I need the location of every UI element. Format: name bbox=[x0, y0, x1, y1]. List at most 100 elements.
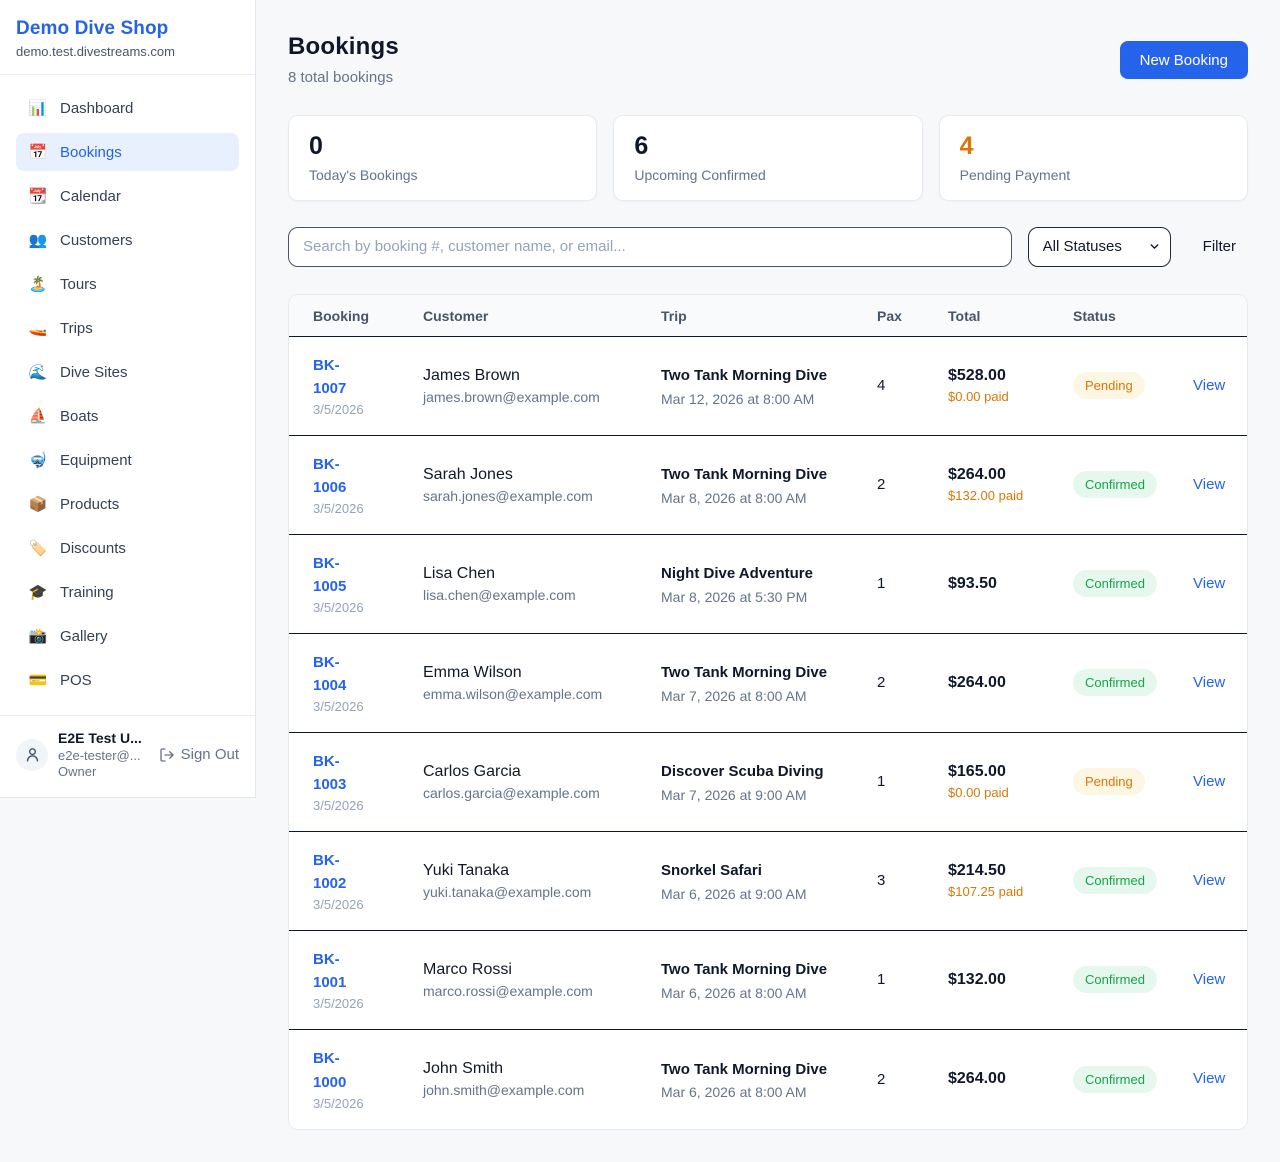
booking-id-link[interactable]: BK-1006 bbox=[313, 453, 367, 500]
sidebar-item-label: Tours bbox=[60, 276, 97, 293]
total-cell: $132.00 bbox=[948, 971, 1073, 989]
table-row: BK-1003 3/5/2026 Carlos Garcia carlos.ga… bbox=[289, 733, 1247, 832]
customer-cell: Marco Rossi marco.rossi@example.com bbox=[423, 961, 661, 999]
customer-cell: James Brown james.brown@example.com bbox=[423, 367, 661, 405]
table-row: BK-1000 3/5/2026 John Smith john.smith@e… bbox=[289, 1030, 1247, 1129]
customer-cell: John Smith john.smith@example.com bbox=[423, 1060, 661, 1098]
sidebar-item-dashboard[interactable]: 📊 Dashboard bbox=[16, 89, 239, 127]
sidebar-item-bookings[interactable]: 📅 Bookings bbox=[16, 133, 239, 171]
view-link[interactable]: View bbox=[1193, 773, 1225, 790]
graduation-cap-icon: 🎓 bbox=[28, 585, 48, 600]
diving-mask-icon: 🤿 bbox=[28, 453, 48, 468]
trip-cell: Snorkel Safari Mar 6, 2026 at 9:00 AM bbox=[661, 859, 877, 901]
customer-name: Carlos Garcia bbox=[423, 763, 651, 781]
trip-cell: Two Tank Morning Dive Mar 6, 2026 at 8:0… bbox=[661, 958, 877, 1000]
sidebar-item-trips[interactable]: 🚤 Trips bbox=[16, 309, 239, 347]
new-booking-button[interactable]: New Booking bbox=[1120, 41, 1248, 79]
stat-card: 6 Upcoming Confirmed bbox=[613, 115, 922, 201]
status-cell: Confirmed bbox=[1073, 570, 1193, 597]
trip-cell: Two Tank Morning Dive Mar 7, 2026 at 8:0… bbox=[661, 661, 877, 703]
trip-date: Mar 6, 2026 at 8:00 AM bbox=[661, 985, 867, 1001]
customer-email: yuki.tanaka@example.com bbox=[423, 884, 651, 900]
search-input[interactable] bbox=[288, 227, 1012, 267]
view-link[interactable]: View bbox=[1193, 971, 1225, 988]
booking-id-link[interactable]: BK-1002 bbox=[313, 849, 367, 896]
package-icon: 📦 bbox=[28, 497, 48, 512]
view-link[interactable]: View bbox=[1193, 674, 1225, 691]
table-row: BK-1004 3/5/2026 Emma Wilson emma.wilson… bbox=[289, 634, 1247, 733]
booking-date: 3/5/2026 bbox=[313, 996, 413, 1011]
column-header-trip: Trip bbox=[661, 308, 877, 324]
brand-name[interactable]: Demo Dive Shop bbox=[16, 18, 239, 40]
booking-cell: BK-1001 3/5/2026 bbox=[313, 948, 423, 1012]
customer-cell: Sarah Jones sarah.jones@example.com bbox=[423, 466, 661, 504]
trip-name: Two Tank Morning Dive bbox=[661, 364, 831, 387]
booking-id-link[interactable]: BK-1007 bbox=[313, 354, 367, 401]
total-amount: $132.00 bbox=[948, 971, 1063, 989]
pax-value: 1 bbox=[877, 971, 948, 988]
booking-date: 3/5/2026 bbox=[313, 501, 413, 516]
sidebar-item-gallery[interactable]: 📸 Gallery bbox=[16, 617, 239, 655]
paid-amount: $107.25 paid bbox=[948, 884, 1034, 899]
booking-id-link[interactable]: BK-1000 bbox=[313, 1047, 367, 1094]
island-icon: 🏝️ bbox=[28, 277, 48, 292]
sidebar-item-pos[interactable]: 💳 POS bbox=[16, 661, 239, 699]
sidebar-item-equipment[interactable]: 🤿 Equipment bbox=[16, 441, 239, 479]
sign-out-button[interactable]: Sign Out bbox=[159, 746, 239, 763]
customer-email: carlos.garcia@example.com bbox=[423, 785, 651, 801]
total-cell: $165.00 $0.00 paid bbox=[948, 763, 1073, 800]
customer-cell: Lisa Chen lisa.chen@example.com bbox=[423, 565, 661, 603]
booking-date: 3/5/2026 bbox=[313, 402, 413, 417]
trip-name: Two Tank Morning Dive bbox=[661, 661, 831, 684]
customer-name: Lisa Chen bbox=[423, 565, 651, 583]
status-filter-select[interactable]: All Statuses bbox=[1028, 227, 1171, 267]
view-link[interactable]: View bbox=[1193, 377, 1225, 394]
status-cell: Confirmed bbox=[1073, 966, 1193, 993]
status-badge: Pending bbox=[1073, 372, 1145, 399]
sidebar-item-training[interactable]: 🎓 Training bbox=[16, 573, 239, 611]
sidebar-item-products[interactable]: 📦 Products bbox=[16, 485, 239, 523]
total-amount: $264.00 bbox=[948, 674, 1063, 692]
booking-cell: BK-1005 3/5/2026 bbox=[313, 552, 423, 616]
paid-amount: $0.00 paid bbox=[948, 389, 1034, 404]
sidebar-item-label: Discounts bbox=[60, 540, 126, 557]
view-link[interactable]: View bbox=[1193, 872, 1225, 889]
view-link[interactable]: View bbox=[1193, 575, 1225, 592]
status-cell: Pending bbox=[1073, 768, 1193, 795]
customer-email: james.brown@example.com bbox=[423, 389, 651, 405]
booking-cell: BK-1007 3/5/2026 bbox=[313, 354, 423, 418]
bar-chart-icon: 📊 bbox=[28, 101, 48, 116]
view-link[interactable]: View bbox=[1193, 1070, 1225, 1087]
trip-date: Mar 6, 2026 at 9:00 AM bbox=[661, 886, 867, 902]
filter-row: All Statuses Filter bbox=[288, 227, 1248, 267]
sidebar-item-customers[interactable]: 👥 Customers bbox=[16, 221, 239, 259]
view-cell: View bbox=[1193, 971, 1235, 989]
booking-date: 3/5/2026 bbox=[313, 1096, 413, 1111]
status-filter-wrap: All Statuses bbox=[1028, 227, 1171, 267]
status-badge: Confirmed bbox=[1073, 570, 1157, 597]
sidebar-item-boats[interactable]: ⛵ Boats bbox=[16, 397, 239, 435]
booking-cell: BK-1002 3/5/2026 bbox=[313, 849, 423, 913]
sidebar-item-calendar[interactable]: 📆 Calendar bbox=[16, 177, 239, 215]
customer-cell: Carlos Garcia carlos.garcia@example.com bbox=[423, 763, 661, 801]
view-link[interactable]: View bbox=[1193, 476, 1225, 493]
bookings-table: Booking Customer Trip Pax Total Status B… bbox=[288, 294, 1248, 1130]
booking-id-link[interactable]: BK-1001 bbox=[313, 948, 367, 995]
column-header-actions bbox=[1193, 308, 1223, 324]
stat-value: 0 bbox=[309, 133, 576, 161]
booking-id-link[interactable]: BK-1004 bbox=[313, 651, 367, 698]
customer-cell: Yuki Tanaka yuki.tanaka@example.com bbox=[423, 862, 661, 900]
filter-button[interactable]: Filter bbox=[1187, 238, 1248, 255]
trip-date: Mar 8, 2026 at 5:30 PM bbox=[661, 589, 867, 605]
booking-date: 3/5/2026 bbox=[313, 897, 413, 912]
sidebar-item-tours[interactable]: 🏝️ Tours bbox=[16, 265, 239, 303]
sidebar: Demo Dive Shop demo.test.divestreams.com… bbox=[0, 0, 256, 798]
sidebar-item-label: Trips bbox=[60, 320, 93, 337]
booking-id-link[interactable]: BK-1005 bbox=[313, 552, 367, 599]
people-icon: 👥 bbox=[28, 233, 48, 248]
sidebar-item-discounts[interactable]: 🏷️ Discounts bbox=[16, 529, 239, 567]
booking-id-link[interactable]: BK-1003 bbox=[313, 750, 367, 797]
sidebar-item-dive-sites[interactable]: 🌊 Dive Sites bbox=[16, 353, 239, 391]
stat-label: Today's Bookings bbox=[309, 167, 576, 183]
stat-card: 0 Today's Bookings bbox=[288, 115, 597, 201]
